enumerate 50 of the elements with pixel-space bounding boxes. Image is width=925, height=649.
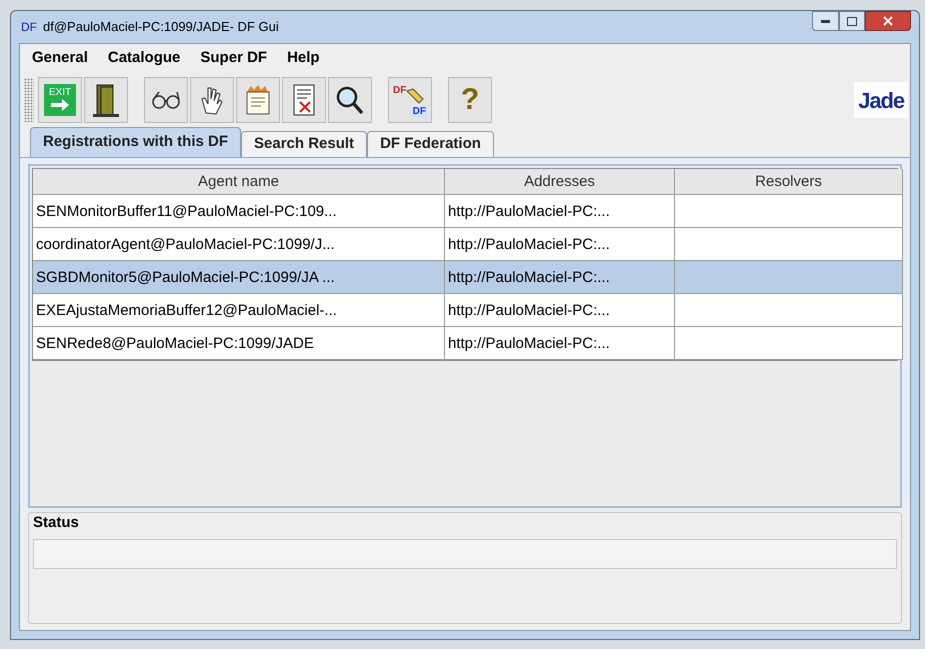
table-cell: http://PauloMaciel-PC:... (445, 195, 675, 228)
maximize-button[interactable] (839, 11, 865, 31)
table-cell: SENRede8@PauloMaciel-PC:1099/JADE (33, 327, 445, 360)
hand-icon (200, 85, 224, 115)
exit-label: EXIT (48, 88, 72, 98)
table-cell: http://PauloMaciel-PC:... (445, 327, 675, 360)
toolbar-button[interactable] (282, 77, 326, 123)
tab[interactable]: Search Result (241, 131, 368, 157)
search-icon (336, 85, 364, 115)
window-title: df@PauloMaciel-PC:1099/JADE- DF Gui (43, 18, 279, 36)
toolbar-grip[interactable] (24, 78, 34, 122)
toolbar-button[interactable]: ? (448, 77, 492, 123)
table-cell: http://PauloMaciel-PC:... (445, 228, 675, 261)
document-icon (292, 84, 316, 116)
minimize-icon (821, 20, 830, 22)
table-cell: SENMonitorBuffer11@PauloMaciel-PC:109... (33, 195, 445, 228)
tab[interactable]: Registrations with this DF (30, 127, 242, 157)
column-header[interactable]: Resolvers (675, 169, 903, 195)
table-cell: http://PauloMaciel-PC:... (445, 294, 675, 327)
glasses-icon (151, 90, 181, 110)
menu-item[interactable]: Catalogue (108, 46, 180, 70)
menu-item[interactable]: Super DF (200, 46, 268, 70)
table-cell: coordinatorAgent@PauloMaciel-PC:1099/J... (33, 228, 445, 261)
toolbar-button[interactable] (328, 77, 372, 123)
minimize-button[interactable] (812, 11, 839, 31)
table-cell: http://PauloMaciel-PC:... (445, 261, 675, 294)
close-button[interactable] (865, 11, 911, 31)
df-label: DF (412, 107, 427, 117)
menu-item[interactable]: General (32, 46, 88, 70)
burning-document-icon (244, 84, 272, 116)
table-cell: EXEAjustaMemoriaBuffer12@PauloMaciel-... (33, 294, 445, 327)
toolbar-button[interactable] (84, 77, 128, 123)
df-label: DF (393, 86, 406, 96)
app-icon: DF (21, 18, 37, 36)
toolbar-button[interactable] (190, 77, 234, 123)
column-header[interactable]: Addresses (445, 169, 675, 195)
toolbar-button[interactable]: DF DF (388, 77, 432, 123)
status-title: Status (32, 513, 80, 533)
table-cell: SGBDMonitor5@PauloMaciel-PC:1099/JA ... (33, 261, 445, 294)
close-icon (883, 16, 893, 26)
help-icon: ? (460, 85, 480, 115)
toolbar-button[interactable] (144, 77, 188, 123)
door-icon (93, 83, 119, 117)
menu-item[interactable]: Help (287, 46, 320, 70)
tab[interactable]: DF Federation (367, 131, 494, 157)
column-header[interactable]: Agent name (33, 169, 445, 195)
maximize-icon (847, 16, 857, 26)
toolbar-button[interactable] (236, 77, 280, 123)
arrow-icon (49, 98, 71, 112)
jade-logo: Jade (854, 82, 908, 118)
